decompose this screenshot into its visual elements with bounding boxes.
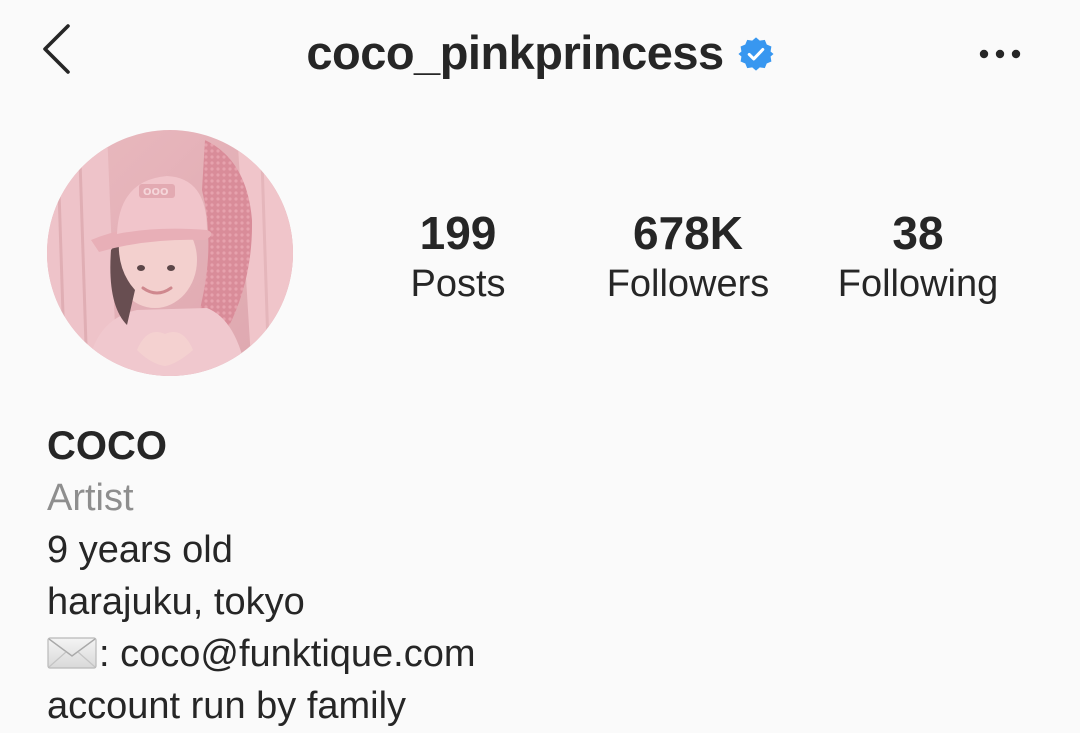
ellipsis-icon [979, 49, 1021, 59]
stat-following[interactable]: 38 Following [808, 206, 1028, 308]
bio-email-text[interactable]: : coco@funktique.com [99, 633, 476, 675]
more-options-button[interactable] [970, 30, 1032, 78]
following-label: Following [837, 263, 999, 305]
bio-line-email[interactable]: : coco@funktique.com [47, 628, 1047, 680]
envelope-icon [47, 637, 97, 669]
profile-header: coco_pinkprincess [0, 0, 1080, 105]
followers-count: 678K [633, 207, 743, 259]
profile-avatar[interactable]: OOO [47, 130, 293, 376]
profile-category: Artist [47, 477, 134, 519]
posts-count: 199 [419, 207, 497, 259]
stat-posts[interactable]: 199 Posts [348, 206, 568, 308]
bio-line-location: harajuku, tokyo [47, 581, 305, 623]
bio-line-managed: account run by family [47, 685, 407, 727]
posts-label: Posts [410, 263, 506, 305]
stat-followers[interactable]: 678K Followers [578, 206, 798, 308]
avatar-photo: OOO [47, 130, 293, 376]
profile-bio: COCO Artist 9 years old harajuku, tokyo … [47, 420, 1047, 732]
verified-badge-icon [738, 37, 774, 71]
followers-label: Followers [606, 263, 770, 305]
profile-username: coco_pinkprincess [306, 25, 724, 79]
title-container: coco_pinkprincess [0, 24, 1080, 80]
display-name: COCO [47, 424, 167, 468]
following-count: 38 [892, 207, 944, 259]
bio-line-age: 9 years old [47, 529, 233, 571]
